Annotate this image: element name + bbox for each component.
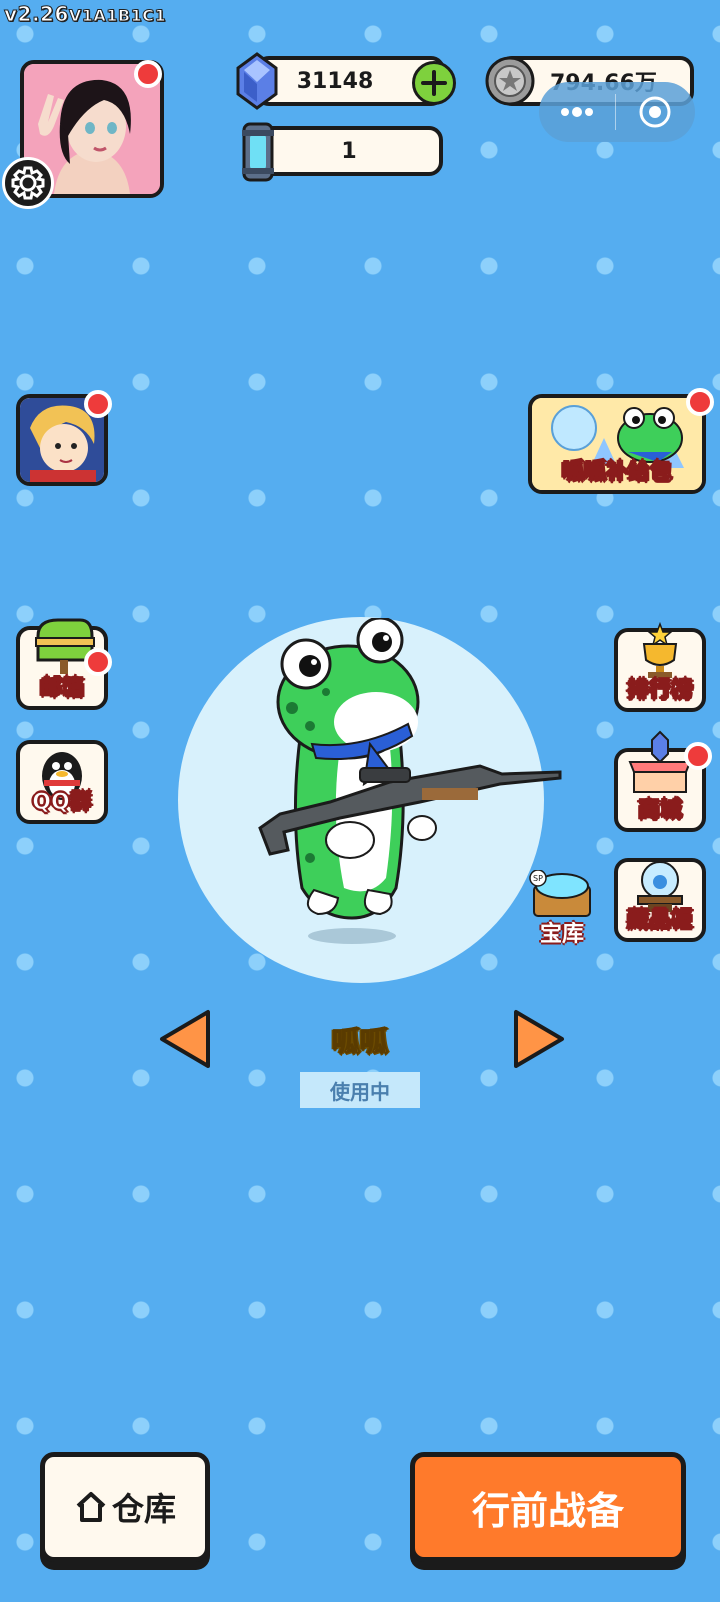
qq-group-label: QQ群 <box>32 790 92 816</box>
ticket-counter: 1 <box>255 126 443 176</box>
close-miniprogram-icon[interactable] <box>616 82 694 142</box>
frog-character-with-rifle-icon <box>258 618 562 944</box>
collection-button[interactable]: 藏品柜 <box>614 858 706 942</box>
more-options-icon[interactable] <box>539 82 615 142</box>
leaderboard-label: 排行榜 <box>626 678 693 704</box>
coin-icon <box>485 56 535 106</box>
warehouse-button[interactable]: 仓库 <box>40 1452 210 1562</box>
character-name: 呱呱 <box>331 1025 388 1059</box>
home-icon <box>76 1492 106 1522</box>
miniprogram-capsule <box>539 82 695 142</box>
collection-label: 藏品柜 <box>626 908 693 934</box>
ticket-capsule-icon <box>242 122 274 182</box>
ticket-value: 1 <box>341 138 357 164</box>
plus-icon <box>421 70 447 96</box>
supply-pack-label: 呱呱补给包 <box>561 460 672 486</box>
hero-notification-dot <box>84 390 112 418</box>
settings-gear-icon[interactable] <box>2 157 54 209</box>
qq-group-button[interactable]: QQ群 <box>16 740 108 824</box>
gem-value: 31148 <box>296 68 374 94</box>
mail-notification-dot <box>84 648 112 676</box>
leaderboard-button[interactable]: 排行榜 <box>614 622 706 712</box>
supply-pack-button[interactable]: 呱呱补给包 <box>528 394 706 494</box>
avatar-notification-dot <box>134 60 162 88</box>
version-main: v2.26 <box>4 2 69 27</box>
gem-icon <box>236 52 278 110</box>
prepare-for-battle-button[interactable]: 行前战备 <box>410 1452 686 1562</box>
shop-label: 商城 <box>637 798 682 824</box>
shop-notification-dot <box>684 742 712 770</box>
warehouse-label: 仓库 <box>111 1490 176 1528</box>
add-gems-button[interactable] <box>412 61 456 105</box>
version-label: v2.26V1A1B1C1 <box>4 2 167 27</box>
version-suffix: V1A1B1C1 <box>68 6 167 26</box>
supply-pack-notification-dot <box>686 388 714 416</box>
character-status-badge: 使用中 <box>300 1072 420 1108</box>
prepare-label: 行前战备 <box>471 1488 624 1533</box>
